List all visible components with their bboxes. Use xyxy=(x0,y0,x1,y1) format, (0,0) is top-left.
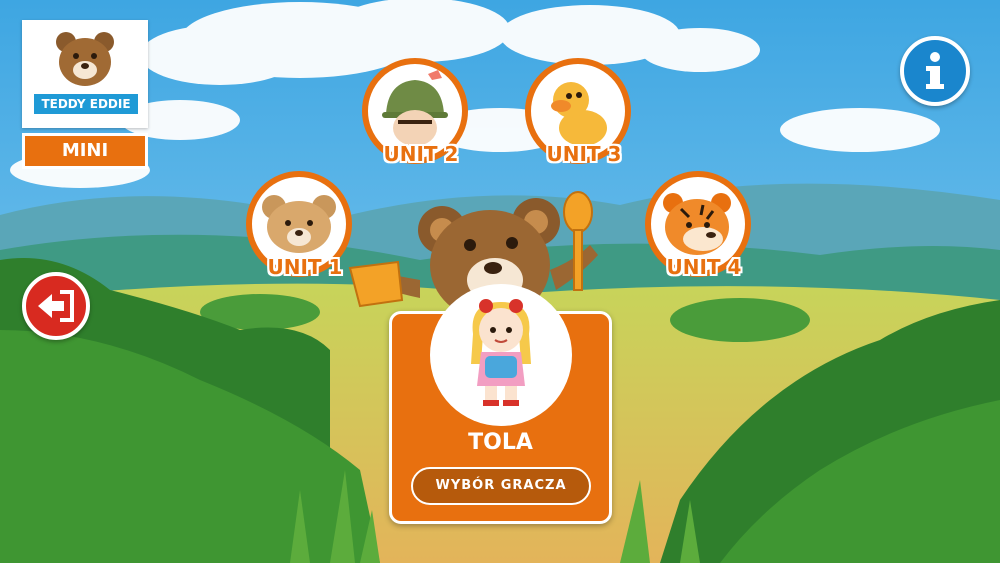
logo-brand-text: TEDDY EDDIE xyxy=(34,94,138,114)
unit-2-label: UNIT 2 xyxy=(383,142,459,166)
unit-4-button[interactable]: UNIT 4 xyxy=(645,171,751,279)
mini-mode-button[interactable]: MINI xyxy=(22,133,148,169)
info-icon xyxy=(926,52,944,89)
unit-3-button[interactable]: UNIT 3 xyxy=(525,58,631,166)
unit-2-button[interactable]: UNIT 2 xyxy=(362,58,468,166)
info-button[interactable] xyxy=(900,36,970,106)
unit-1-button[interactable]: UNIT 1 xyxy=(246,171,352,279)
player-avatar xyxy=(430,284,572,426)
choose-player-button[interactable]: WYBÓR GRACZA xyxy=(411,467,591,505)
unit-3-label: UNIT 3 xyxy=(546,142,622,166)
unit-1-label: UNIT 1 xyxy=(267,255,343,279)
exit-button[interactable] xyxy=(22,272,90,340)
teddy-bear-icon xyxy=(56,32,114,86)
player-card: TOLA WYBÓR GRACZA xyxy=(389,284,612,524)
exit-arrow-icon xyxy=(38,290,74,322)
player-name: TOLA xyxy=(468,430,533,455)
doll-icon xyxy=(471,299,531,406)
teddy-eddie-logo: TEDDY EDDIE xyxy=(22,20,148,128)
unit-4-label: UNIT 4 xyxy=(666,255,742,279)
